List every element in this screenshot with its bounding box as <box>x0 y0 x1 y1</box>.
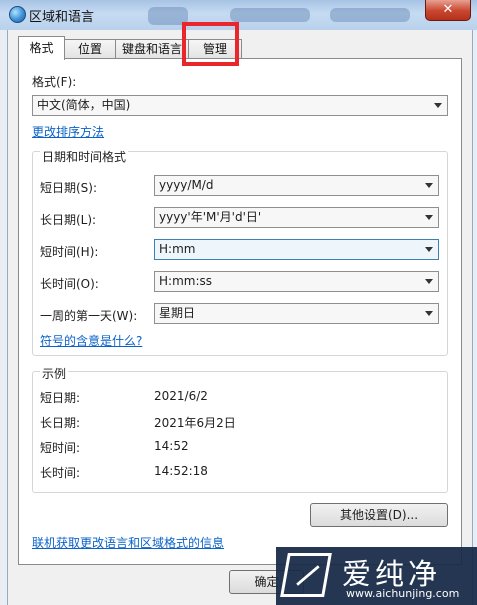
example-short-time-value: 14:52 <box>154 439 189 453</box>
highlight-box <box>182 22 239 66</box>
example-short-date-label: 短日期: <box>40 391 81 405</box>
watermark-url: www.aichunjing.com <box>346 587 460 600</box>
example-long-time-value: 14:52:18 <box>154 464 208 478</box>
chevron-down-icon <box>425 247 433 252</box>
long-date-label: 长日期(L): <box>40 213 97 227</box>
first-day-select[interactable]: 星期日 <box>154 303 439 324</box>
chevron-down-icon <box>434 103 442 108</box>
long-time-select[interactable]: H:mm:ss <box>154 271 439 292</box>
tab-keyboard-language[interactable]: 键盘和语言 <box>115 39 189 59</box>
globe-icon <box>9 6 26 23</box>
short-date-value: yyyy/M/d <box>159 178 214 192</box>
example-long-time-label: 长时间: <box>40 466 81 480</box>
example-long-date-label: 长日期: <box>40 416 81 430</box>
long-date-select[interactable]: yyyy'年'M'月'd'日' <box>154 207 439 228</box>
format-select-value: 中文(简体，中国) <box>37 98 131 112</box>
first-day-value: 星期日 <box>159 306 196 320</box>
format-panel: 格式(F): 中文(简体，中国) 更改排序方法 日期和时间格式 短日期(S): … <box>18 58 462 565</box>
background-blur <box>330 8 410 22</box>
online-info-link[interactable]: 联机获取更改语言和区域格式的信息 <box>32 534 224 551</box>
long-date-value: yyyy'年'M'月'd'日' <box>159 210 262 224</box>
chevron-down-icon <box>425 279 433 284</box>
short-time-select[interactable]: H:mm <box>154 239 439 260</box>
change-sort-link[interactable]: 更改排序方法 <box>32 123 104 140</box>
background-blur <box>230 8 310 22</box>
tab-format[interactable]: 格式 <box>18 36 65 60</box>
short-time-value: H:mm <box>159 242 196 256</box>
symbols-meaning-link[interactable]: 符号的含意是什么? <box>40 332 142 349</box>
chevron-down-icon <box>425 311 433 316</box>
datetime-group-title: 日期和时间格式 <box>40 148 129 165</box>
long-time-value: H:mm:ss <box>159 274 212 288</box>
dialog-body: 格式 位置 键盘和语言 管理 格式(F): 中文(简体，中国) 更改排序方法 日… <box>7 22 473 605</box>
format-label: 格式(F): <box>32 75 77 89</box>
example-short-time-label: 短时间: <box>40 441 81 455</box>
chevron-down-icon <box>425 215 433 220</box>
short-time-label: 短时间(H): <box>40 245 99 259</box>
example-short-date-value: 2021/6/2 <box>154 389 208 403</box>
close-button[interactable]: ✕ <box>425 0 471 21</box>
tab-location[interactable]: 位置 <box>64 39 116 59</box>
brand-logo-icon <box>280 553 332 597</box>
long-time-label: 长时间(O): <box>40 277 99 291</box>
format-select[interactable]: 中文(简体，中国) <box>32 95 448 116</box>
short-date-select[interactable]: yyyy/M/d <box>154 175 439 196</box>
chevron-down-icon <box>425 183 433 188</box>
examples-group <box>32 371 448 493</box>
window-title: 区域和语言 <box>29 10 95 25</box>
short-date-label: 短日期(S): <box>40 181 98 195</box>
watermark: 爱纯净 www.aichunjing.com <box>276 547 477 605</box>
other-settings-button[interactable]: 其他设置(D)... <box>310 503 448 527</box>
first-day-label: 一周的第一天(W): <box>40 309 138 323</box>
example-long-date-value: 2021年6月2日 <box>154 416 236 430</box>
examples-group-title: 示例 <box>40 365 69 382</box>
